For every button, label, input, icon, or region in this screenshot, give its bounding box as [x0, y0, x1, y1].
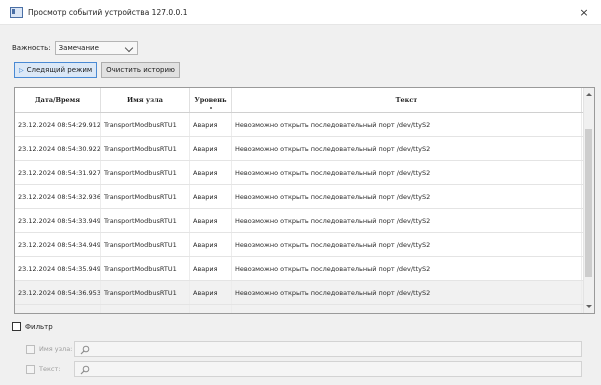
severity-row: Важность: Замечание	[12, 41, 138, 55]
cell-node-name: TransportModbusRTU1	[101, 209, 190, 232]
cell-datetime: 23.12.2024 08:54:37.962	[15, 305, 101, 313]
cell-node-name: TransportModbusRTU1	[101, 305, 190, 313]
column-header-datetime[interactable]: Дата/Время	[15, 88, 101, 112]
filter-toggle[interactable]: Фильтр	[12, 322, 53, 331]
vertical-scrollbar[interactable]	[583, 88, 594, 313]
table-row[interactable]: 23.12.2024 08:54:30.922 TransportModbusRT…	[15, 137, 594, 161]
app-window-icon	[10, 6, 23, 18]
cell-node-name: TransportModbusRTU1	[101, 185, 190, 208]
sort-dot-icon	[209, 107, 212, 109]
cell-node-name: TransportModbusRTU1	[101, 281, 190, 304]
cell-datetime: 23.12.2024 08:54:29.912	[15, 113, 101, 136]
table-row[interactable]: 23.12.2024 08:54:32.936 TransportModbusRT…	[15, 185, 594, 209]
severity-select[interactable]: Замечание	[54, 41, 138, 55]
scroll-up-icon[interactable]	[586, 93, 592, 96]
cell-text: Невозможно открыть последовательный порт…	[232, 185, 582, 208]
cell-datetime: 23.12.2024 08:54:30.922	[15, 137, 101, 160]
cell-level: Авария	[190, 257, 232, 280]
column-header-node-name[interactable]: Имя узла	[101, 88, 190, 112]
cell-datetime: 23.12.2024 08:54:36.953	[15, 281, 101, 304]
cell-level: Авария	[190, 161, 232, 184]
node-name-filter-input[interactable]	[74, 341, 582, 357]
table-row[interactable]: 23.12.2024 08:54:31.927 TransportModbusRT…	[15, 161, 594, 185]
action-buttons: ▷ Следящий режим Очистить историю	[14, 62, 180, 78]
title-bar[interactable]: Просмотр событий устройства 127.0.0.1 ×	[0, 0, 601, 25]
close-button[interactable]: ×	[575, 3, 593, 21]
search-icon	[80, 345, 90, 355]
table-row[interactable]: 23.12.2024 08:54:33.949 TransportModbusRT…	[15, 209, 594, 233]
severity-label: Важность:	[12, 44, 51, 52]
chevron-down-icon	[124, 43, 133, 53]
filter-checkbox[interactable]	[12, 322, 21, 331]
cell-level: Авария	[190, 185, 232, 208]
cell-level: Авария	[190, 281, 232, 304]
scroll-down-icon[interactable]	[586, 305, 592, 308]
cell-level: Авария	[190, 113, 232, 136]
search-icon	[80, 365, 90, 375]
column-header-text[interactable]: Текст	[232, 88, 582, 112]
play-icon: ▷	[19, 66, 24, 74]
cell-datetime: 23.12.2024 08:54:33.949	[15, 209, 101, 232]
cell-node-name: TransportModbusRTU1	[101, 233, 190, 256]
cell-datetime: 23.12.2024 08:54:34.949	[15, 233, 101, 256]
node-name-filter-row: Имя узла:	[26, 341, 582, 357]
table-row[interactable]: 23.12.2024 08:54:34.949 TransportModbusRT…	[15, 233, 594, 257]
table-row[interactable]: 23.12.2024 08:54:37.962TransportModbusRT…	[15, 305, 594, 313]
severity-selected-value: Замечание	[58, 44, 99, 52]
cell-level: Авария	[190, 305, 232, 313]
clear-history-button[interactable]: Очистить историю	[101, 62, 180, 78]
cell-level: Авария	[190, 137, 232, 160]
cell-node-name: TransportModbusRTU1	[101, 257, 190, 280]
cell-text: Невозможно открыть последовательный порт…	[232, 257, 582, 280]
cell-text: Невозможно открыть последовательный порт…	[232, 281, 582, 304]
cell-datetime: 23.12.2024 08:54:32.936	[15, 185, 101, 208]
cell-text: Невозможно открыть последовательный порт…	[232, 113, 582, 136]
node-name-filter-checkbox[interactable]	[26, 344, 35, 354]
cell-datetime: 23.12.2024 08:54:31.927	[15, 161, 101, 184]
cell-level: Авария	[190, 209, 232, 232]
scrollbar-thumb[interactable]	[585, 129, 592, 277]
cell-text: Невозможно открыть последовательный порт…	[232, 137, 582, 160]
table-header: Дата/Время Имя узла Уровень Текст	[15, 88, 594, 113]
cell-node-name: TransportModbusRTU1	[101, 161, 190, 184]
follow-mode-label: Следящий режим	[26, 66, 93, 74]
column-header-level[interactable]: Уровень	[190, 88, 232, 112]
text-filter-checkbox[interactable]	[26, 364, 35, 374]
table-row[interactable]: 23.12.2024 08:54:36.953 TransportModbusRT…	[15, 281, 594, 305]
cell-text: Невозможно открыть последовательный порт…	[232, 209, 582, 232]
cell-text: Невозможно открыть последовательный порт…	[232, 305, 582, 313]
table-row[interactable]: 23.12.2024 08:54:29.912 TransportModbusRT…	[15, 113, 594, 137]
table-body: 23.12.2024 08:54:29.912 TransportModbusRT…	[15, 113, 594, 313]
cell-level: Авария	[190, 233, 232, 256]
text-filter-input[interactable]	[74, 361, 582, 377]
window-title: Просмотр событий устройства 127.0.0.1	[28, 7, 188, 17]
events-table: Дата/Время Имя узла Уровень Текст 23.12.…	[14, 87, 595, 314]
text-filter-row: Текст:	[26, 361, 582, 377]
cell-datetime: 23.12.2024 08:54:35.949	[15, 257, 101, 280]
follow-mode-button[interactable]: ▷ Следящий режим	[14, 62, 98, 78]
table-row[interactable]: 23.12.2024 08:54:35.949 TransportModbusRT…	[15, 257, 594, 281]
cell-text: Невозможно открыть последовательный порт…	[232, 233, 582, 256]
node-name-filter-label: Имя узла:	[39, 345, 73, 353]
event-viewer-window: Просмотр событий устройства 127.0.0.1 × …	[0, 0, 601, 385]
filter-label: Фильтр	[25, 322, 53, 331]
cell-node-name: TransportModbusRTU1	[101, 113, 190, 136]
cell-node-name: TransportModbusRTU1	[101, 137, 190, 160]
text-filter-label: Текст:	[39, 365, 61, 373]
cell-text: Невозможно открыть последовательный порт…	[232, 161, 582, 184]
